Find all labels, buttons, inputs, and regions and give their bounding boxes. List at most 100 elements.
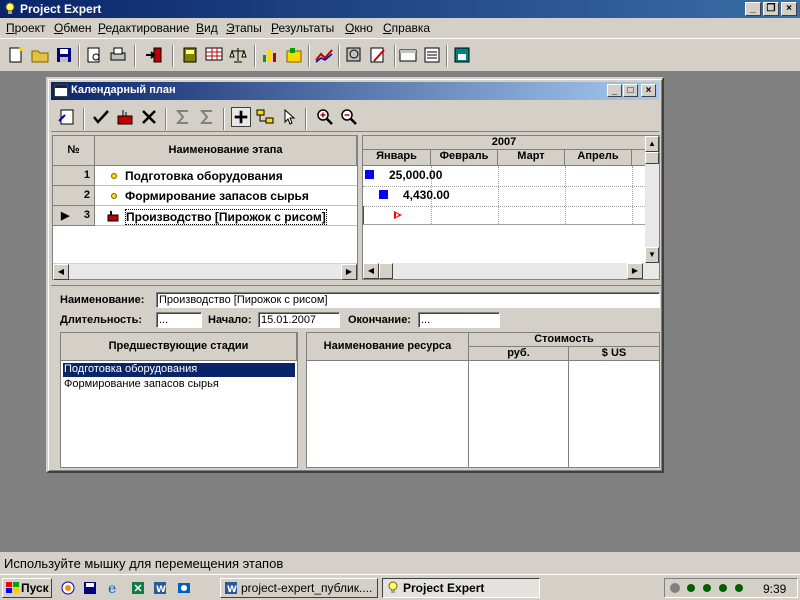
scroll-thumb[interactable]	[379, 263, 393, 279]
splitter[interactable]	[51, 285, 661, 286]
gantt-month-header: Апрель	[565, 150, 632, 166]
excel-quicklaunch-icon[interactable]	[130, 580, 146, 596]
save-disk-icon[interactable]	[54, 45, 74, 65]
tray-bug-icon[interactable]	[700, 581, 714, 595]
toolbar-separator	[446, 45, 448, 67]
save-quicklaunch-icon[interactable]	[82, 580, 98, 596]
calendar-toolbar	[51, 102, 659, 132]
balance-scale-icon[interactable]	[228, 45, 248, 65]
scroll-right-icon[interactable]: ▶	[341, 264, 357, 280]
horizontal-scrollbar[interactable]: ◀ ▶	[53, 263, 357, 280]
exit-door-icon[interactable]	[144, 45, 164, 65]
scroll-up-icon[interactable]: ▲	[645, 136, 659, 152]
horizontal-scrollbar[interactable]: ◀ ▶	[363, 263, 659, 279]
tray-bug-icon[interactable]	[684, 581, 698, 595]
gantt-current-marker	[363, 206, 364, 224]
taskbar: Пуск e W W project-expert_публик.... Pro…	[0, 574, 800, 600]
menu-help[interactable]: Справка	[383, 21, 430, 35]
sum-up-icon[interactable]	[173, 107, 193, 127]
menu-project[interactable]: Проект	[6, 21, 46, 35]
row-number: 1	[53, 166, 95, 186]
clock[interactable]: 9:39	[763, 582, 786, 596]
stage-row[interactable]: 1 Подготовка оборудования	[53, 166, 357, 186]
milestone-flag-icon[interactable]	[393, 210, 403, 220]
printer-icon[interactable]	[108, 45, 128, 65]
window-list-icon[interactable]	[398, 45, 418, 65]
taskbar-item-project-expert[interactable]: Project Expert	[382, 578, 540, 598]
print-preview-icon[interactable]	[84, 45, 104, 65]
menu-stages[interactable]: Этапы	[226, 21, 262, 35]
predecessor-item-selected[interactable]: Подготовка оборудования	[63, 363, 295, 377]
gantt-month-header: Февраль	[431, 150, 498, 166]
zoom-in-icon[interactable]	[315, 107, 335, 127]
restore-button[interactable]: ❐	[763, 2, 779, 16]
add-stage-icon[interactable]	[115, 107, 135, 127]
scroll-down-icon[interactable]: ▼	[645, 247, 659, 263]
menu-window[interactable]: Окно	[345, 21, 373, 35]
status-text: Используйте мышку для перемещения этапов	[4, 556, 284, 571]
folder-chart-icon[interactable]	[284, 45, 304, 65]
checkmark-icon[interactable]	[91, 107, 111, 127]
tray-bug-icon[interactable]	[716, 581, 730, 595]
predecessor-item[interactable]: Формирование запасов сырья	[63, 378, 295, 392]
analysis-icon[interactable]	[344, 45, 364, 65]
duration-field[interactable]: ...	[156, 312, 202, 328]
stage-dot-icon	[111, 193, 117, 199]
start-button[interactable]: Пуск	[2, 578, 52, 598]
document-list-icon[interactable]	[422, 45, 442, 65]
duration-label: Длительность:	[60, 314, 142, 326]
gantt-month-header: Январь	[363, 150, 431, 166]
calculator-icon[interactable]	[452, 45, 472, 65]
menu-edit[interactable]: Редактирование	[98, 21, 189, 35]
taskbar-item-document[interactable]: W project-expert_публик....	[220, 578, 378, 598]
cashflow-table-icon[interactable]	[204, 45, 224, 65]
sum-down-icon[interactable]	[197, 107, 217, 127]
stage-properties-icon[interactable]	[57, 107, 77, 127]
resource-name-header: Наименование ресурса	[307, 333, 469, 361]
delete-x-icon[interactable]	[139, 107, 159, 127]
close-button[interactable]: ×	[781, 2, 797, 16]
stage-row-selected[interactable]: ▶ 3 Производство [Пирожок с рисом]	[53, 206, 357, 226]
menu-results[interactable]: Результаты	[271, 21, 334, 35]
line-chart-icon[interactable]	[314, 45, 334, 65]
word-quicklaunch-icon[interactable]: W	[152, 580, 168, 596]
col-header-num[interactable]: №	[53, 136, 95, 166]
stage-row[interactable]: 2 Формирование запасов сырья	[53, 186, 357, 206]
book-icon[interactable]	[180, 45, 200, 65]
col-header-name[interactable]: Наименование этапа	[95, 136, 357, 166]
gantt-bar[interactable]	[379, 190, 388, 199]
new-document-icon[interactable]	[6, 45, 26, 65]
gantt-bar[interactable]	[365, 170, 374, 179]
vertical-scrollbar[interactable]: ▲ ▼	[645, 136, 659, 263]
name-field[interactable]: Производство [Пирожок с рисом]	[156, 292, 660, 308]
cost-usd-header: $ US	[569, 347, 659, 361]
child-minimize-button[interactable]: _	[607, 84, 622, 97]
hierarchy-icon[interactable]	[255, 107, 275, 127]
ie-quicklaunch-icon[interactable]: e	[106, 580, 122, 596]
report-edit-icon[interactable]	[368, 45, 388, 65]
browser-quicklaunch-icon[interactable]	[60, 580, 76, 596]
tray-bug-icon[interactable]	[732, 581, 746, 595]
move-cross-icon[interactable]	[231, 107, 251, 127]
scroll-right-icon[interactable]: ▶	[627, 263, 643, 279]
child-maximize-button[interactable]: □	[623, 84, 638, 97]
child-close-button[interactable]: ×	[641, 84, 656, 97]
end-date-field[interactable]: ...	[418, 312, 500, 328]
zoom-out-icon[interactable]	[339, 107, 359, 127]
minimize-button[interactable]: _	[745, 2, 761, 16]
scroll-left-icon[interactable]: ◀	[53, 264, 69, 280]
start-date-field[interactable]: 15.01.2007	[258, 312, 340, 328]
pointer-arrow-icon[interactable]	[279, 107, 299, 127]
menu-view[interactable]: Вид	[196, 21, 218, 35]
outlook-quicklaunch-icon[interactable]	[176, 580, 192, 596]
window-icon	[54, 84, 68, 97]
menu-exchange[interactable]: Обмен	[54, 21, 92, 35]
stage-name: Формирование запасов сырья	[125, 189, 309, 203]
tray-app-icon[interactable]	[668, 581, 682, 595]
bar-chart-icon[interactable]	[260, 45, 280, 65]
open-folder-icon[interactable]	[30, 45, 50, 65]
row-number: 2	[53, 186, 95, 206]
scroll-thumb[interactable]	[645, 152, 659, 164]
column-divider	[468, 361, 469, 467]
scroll-left-icon[interactable]: ◀	[363, 263, 379, 279]
